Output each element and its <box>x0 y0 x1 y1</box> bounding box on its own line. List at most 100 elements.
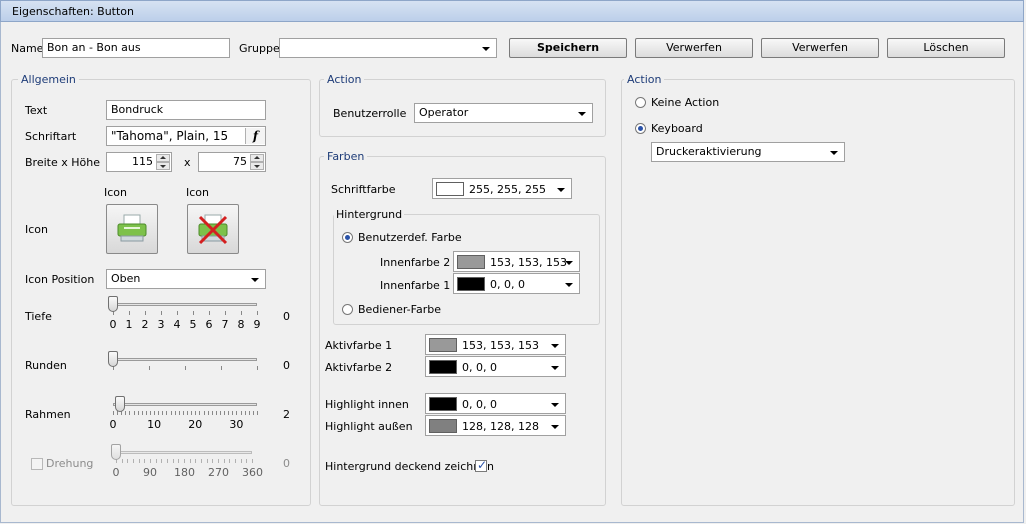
frame-slider-tick <box>178 411 180 415</box>
depth-slider[interactable]: 0123456789 <box>100 294 270 338</box>
operator-color-label: Bediener-Farbe <box>358 303 441 316</box>
depth-slider-tick <box>225 311 226 315</box>
frame-slider-tick <box>244 411 246 415</box>
no-action-radio[interactable] <box>635 97 646 108</box>
opaque-checkbox[interactable] <box>475 458 487 472</box>
inner1-label: Innenfarbe 1 <box>380 279 451 292</box>
opaque-label: Hintergrund deckend zeichnen <box>325 460 494 473</box>
frame-slider[interactable]: 0 10 20 30 <box>100 392 270 436</box>
icon-position-select[interactable]: Oben <box>106 269 266 289</box>
frame-slider-tick <box>187 411 189 415</box>
frame-slider-track[interactable] <box>113 403 257 406</box>
chevron-down-icon <box>557 188 565 192</box>
height-up-icon[interactable] <box>250 154 264 162</box>
icon-position-label: Icon Position <box>25 273 95 286</box>
width-up-icon[interactable] <box>156 154 170 162</box>
active2-color-picker[interactable]: 0, 0, 0 <box>425 356 566 377</box>
keyboard-select-value: Druckeraktivierung <box>656 145 762 158</box>
icon-position-value: Oben <box>111 272 141 285</box>
depth-slider-thumb[interactable] <box>108 296 118 312</box>
rotation-slider-thumb[interactable] <box>111 444 121 460</box>
frame-slider-tick <box>162 411 164 415</box>
frame-slider-tick <box>129 411 131 415</box>
name-label: Name <box>11 42 44 55</box>
frame-slider-tick <box>207 411 209 415</box>
inner1-color-picker[interactable]: 0, 0, 0 <box>453 273 580 294</box>
icon-off-button[interactable] <box>187 204 239 254</box>
active2-label: Aktivfarbe 2 <box>325 361 393 374</box>
depth-slider-tick <box>241 311 242 315</box>
chevron-down-icon <box>565 283 573 287</box>
rotation-slider-tick <box>161 459 163 463</box>
frame-slider-tick <box>195 411 197 415</box>
frame-slider-tick <box>211 411 213 415</box>
rotation-slider-tick <box>218 459 219 463</box>
keyboard-radio[interactable] <box>635 123 646 134</box>
active1-color-picker[interactable]: 153, 153, 153 <box>425 334 566 355</box>
height-down-icon[interactable] <box>250 162 264 170</box>
role-select[interactable]: Operator <box>414 103 593 123</box>
icon-on-button[interactable] <box>106 204 158 254</box>
rotation-slider-tick <box>229 459 231 463</box>
save-button[interactable]: Speichern <box>509 38 627 58</box>
inner2-label: Innenfarbe 2 <box>380 256 451 269</box>
rotation-slider-tick-label: 0 <box>112 466 120 479</box>
frame-slider-tick <box>191 411 193 415</box>
delete-button[interactable]: Löschen <box>887 38 1005 58</box>
frame-slider-tick-label: 20 <box>188 418 203 431</box>
font-color-value: 255, 255, 255 <box>469 183 546 196</box>
hl-outer-color-picker[interactable]: 128, 128, 128 <box>425 415 566 436</box>
frame-slider-tick <box>150 411 152 415</box>
round-slider-track[interactable] <box>113 358 257 361</box>
chevron-down-icon <box>830 151 838 155</box>
chevron-down-icon <box>551 366 559 370</box>
general-group-title: Allgemein <box>18 73 79 86</box>
group-label: Gruppe <box>239 42 280 55</box>
keyboard-label: Keyboard <box>651 122 703 135</box>
window-title: Eigenschaften: Button <box>12 5 134 18</box>
rotation-slider-tick <box>189 459 191 463</box>
font-input[interactable]: "Tahoma", Plain, 15 <box>106 126 266 146</box>
font-label: Schriftart <box>25 130 77 143</box>
chevron-down-icon <box>551 403 559 407</box>
frame-slider-tick <box>137 411 139 415</box>
depth-slider-track[interactable] <box>113 303 257 306</box>
name-input[interactable]: Bon an - Bon aus <box>42 38 230 58</box>
height-spinner[interactable]: 75 <box>198 152 266 172</box>
text-input[interactable]: Bondruck <box>106 100 266 120</box>
rotation-slider-tick <box>127 459 129 463</box>
frame-slider-tick <box>145 411 147 415</box>
round-slider-thumb[interactable] <box>108 351 118 367</box>
keyboard-select[interactable]: Druckeraktivierung <box>651 142 845 162</box>
discard-button-2[interactable]: Verwerfen <box>761 38 879 58</box>
rotation-slider-tick-label: 90 <box>143 466 157 479</box>
rotation-slider-tick <box>223 459 225 463</box>
text-label: Text <box>25 104 48 117</box>
round-slider[interactable] <box>100 349 270 379</box>
operator-color-radio[interactable] <box>342 304 353 315</box>
group-select[interactable] <box>279 38 497 58</box>
background-group-title: Hintergrund <box>334 208 405 221</box>
chevron-down-icon <box>251 278 259 282</box>
inner2-color-picker[interactable]: 153, 153, 153 <box>453 251 580 272</box>
width-spinner[interactable]: 115 <box>106 152 172 172</box>
round-slider-tick <box>257 366 258 370</box>
rotation-slider-tick <box>150 459 151 463</box>
rotation-slider-tick <box>178 459 180 463</box>
discard-button-1[interactable]: Verwerfen <box>635 38 753 58</box>
chevron-down-icon <box>551 344 559 348</box>
font-picker-button[interactable]: f <box>245 128 265 144</box>
rotation-slider-tick <box>206 459 208 463</box>
rotation-value: 0 <box>283 457 290 470</box>
font-color-picker[interactable]: 255, 255, 255 <box>432 178 572 199</box>
width-value: 115 <box>132 155 153 168</box>
hl-inner-color-picker[interactable]: 0, 0, 0 <box>425 393 566 414</box>
rotation-checkbox[interactable] <box>31 458 43 470</box>
rotation-slider-tick <box>167 459 168 463</box>
rotation-slider[interactable]: 0 90 180 270 360 <box>100 440 270 484</box>
frame-slider-thumb[interactable] <box>115 396 126 412</box>
custom-color-radio[interactable] <box>342 232 353 243</box>
frame-slider-tick <box>224 411 226 415</box>
rotation-slider-track[interactable] <box>116 451 252 454</box>
width-down-icon[interactable] <box>156 162 170 170</box>
